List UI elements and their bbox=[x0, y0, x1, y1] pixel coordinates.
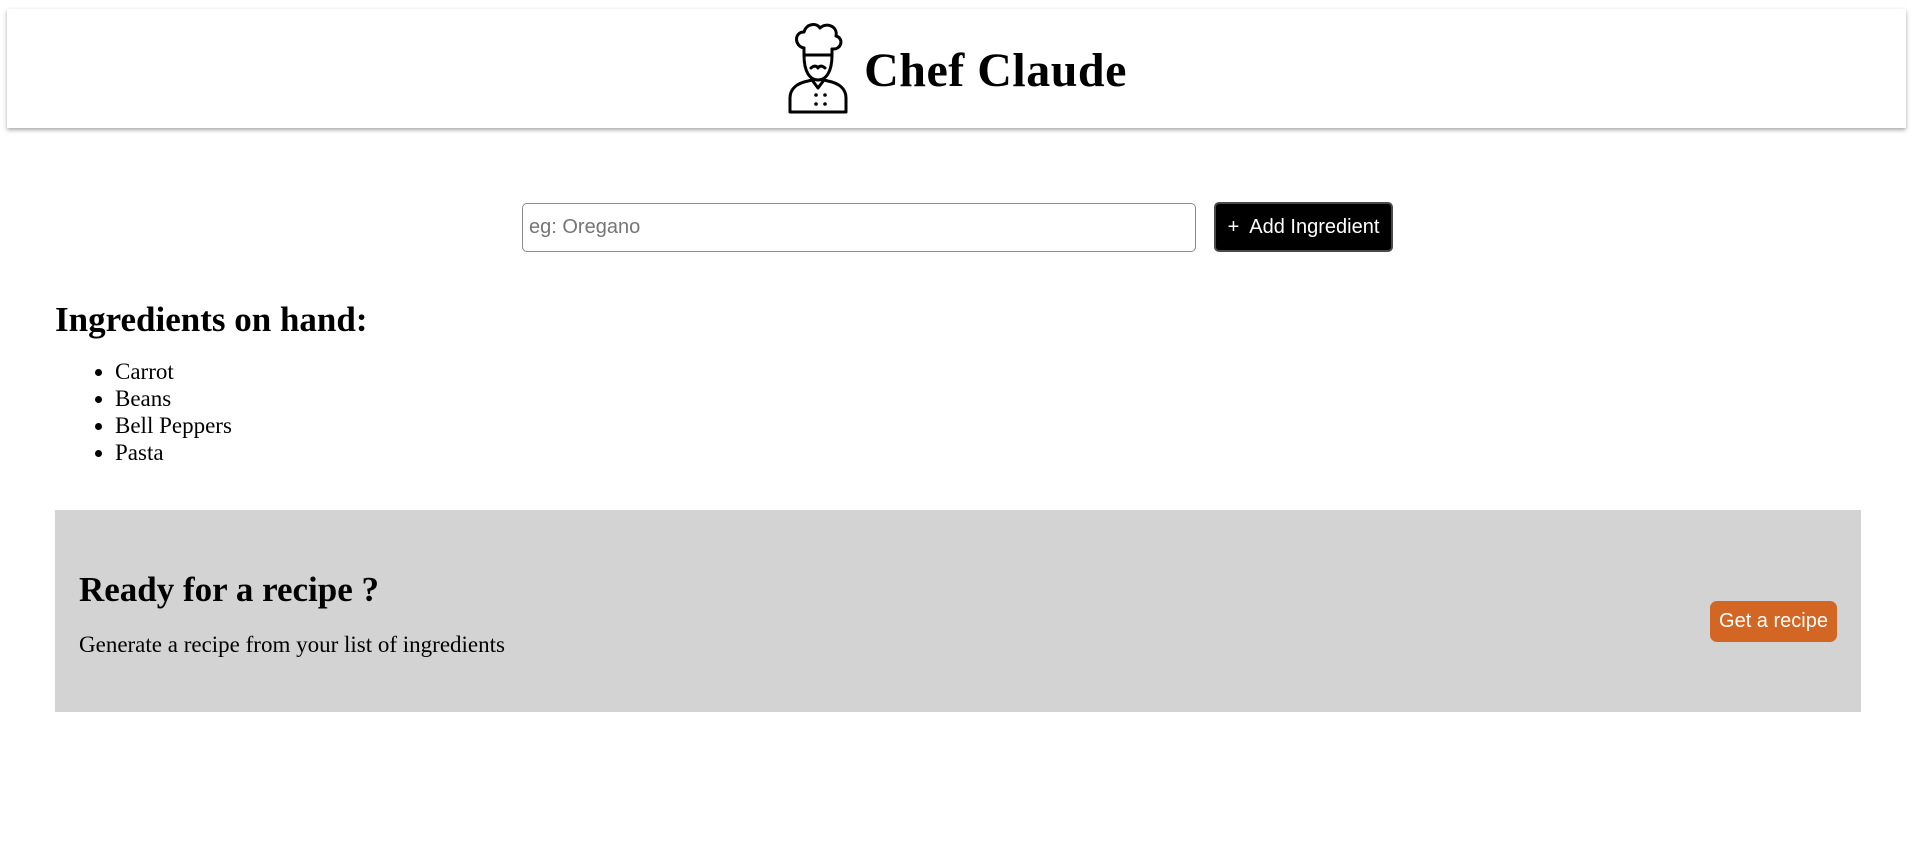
list-item: Beans bbox=[115, 385, 368, 412]
ingredients-section: Ingredients on hand: Carrot Beans Bell P… bbox=[55, 300, 368, 466]
app-title: Chef Claude bbox=[864, 44, 1127, 97]
recipe-heading: Ready for a recipe ? bbox=[79, 570, 380, 609]
recipe-text: Ready for a recipe ? Generate a recipe f… bbox=[79, 570, 505, 658]
get-recipe-button[interactable]: Get a recipe bbox=[1710, 600, 1837, 642]
add-ingredient-label: Add Ingredient bbox=[1249, 215, 1380, 238]
ingredients-heading: Ingredients on hand: bbox=[55, 300, 368, 339]
recipe-description: Generate a recipe from your list of ingr… bbox=[79, 632, 505, 657]
list-item: Pasta bbox=[115, 439, 368, 466]
list-item: Carrot bbox=[115, 358, 368, 385]
add-ingredient-button[interactable]: + Add Ingredient bbox=[1214, 202, 1393, 252]
ingredient-input[interactable] bbox=[522, 202, 1196, 252]
list-item: Bell Peppers bbox=[115, 412, 368, 439]
plus-icon: + bbox=[1227, 216, 1240, 238]
add-ingredient-form: + Add Ingredient bbox=[522, 202, 1393, 252]
chef-icon bbox=[788, 22, 848, 113]
recipe-panel: Ready for a recipe ? Generate a recipe f… bbox=[55, 510, 1861, 712]
ingredient-list: Carrot Beans Bell Peppers Pasta bbox=[55, 358, 368, 466]
brand: Chef Claude bbox=[786, 22, 1127, 114]
app-header: Chef Claude bbox=[7, 9, 1906, 128]
